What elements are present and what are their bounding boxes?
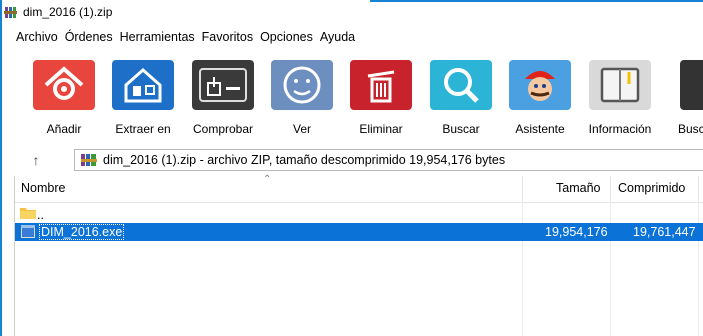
menu-favoritos[interactable]: Favoritos [202, 30, 260, 44]
view-face-icon [271, 60, 333, 110]
folder-icon [20, 208, 36, 219]
window-title: dim_2016 (1).zip [23, 5, 113, 19]
extract-button[interactable]: Extraer en [103, 52, 183, 136]
menu-archivo[interactable]: Archivo [16, 30, 65, 44]
find-magnifier-icon [430, 60, 492, 110]
title-bar: dim_2016 (1).zip [4, 0, 404, 24]
wizard-button[interactable]: Asistente [500, 52, 580, 136]
zip-archive-icon [81, 154, 97, 166]
test-label: Comprobar [192, 122, 254, 136]
add-button[interactable]: Añadir [24, 52, 104, 136]
delete-label: Eliminar [359, 122, 403, 136]
extract-label: Extraer en [115, 122, 171, 136]
file-packed-size: 19,761,447 [633, 225, 696, 239]
wizard-mario-icon [509, 60, 571, 110]
menu-bar: Archivo Órdenes Herramientas Favoritos O… [0, 26, 703, 48]
column-size-header[interactable]: Tamaño [556, 181, 600, 195]
file-name: DIM_2016.exe [38, 224, 125, 240]
view-button[interactable]: Ver [262, 52, 342, 136]
sort-arrow-icon: ⌃ [263, 174, 272, 185]
search-partial-label: Busc [678, 122, 703, 136]
info-label: Información [588, 122, 652, 136]
menu-opciones[interactable]: Opciones [260, 30, 320, 44]
menu-herramientas[interactable]: Herramientas [120, 30, 202, 44]
menu-ayuda[interactable]: Ayuda [320, 30, 362, 44]
address-bar: ↑ dim_2016 (1).zip - archivo ZIP, tamaño… [0, 148, 703, 172]
list-row-parent[interactable]: .. [15, 204, 703, 222]
file-name: .. [37, 208, 44, 222]
list-row-selected[interactable]: DIM_2016.exe 19,954,176 19,761,447 [15, 223, 703, 241]
column-header-row: ⌃ Nombre Tamaño Comprimido [15, 174, 703, 203]
test-archive-icon [192, 60, 254, 110]
search-button-partial[interactable]: Busc [666, 52, 703, 136]
add-label: Añadir [46, 122, 82, 136]
file-list: ⌃ Nombre Tamaño Comprimido .. DIM_2016.e… [14, 174, 703, 336]
up-arrow-icon[interactable]: ↑ [28, 152, 44, 168]
add-archive-icon [33, 60, 95, 110]
winrar-books-icon [4, 6, 17, 18]
toolbar: Añadir Extraer en Comprobar Ver Eliminar… [0, 52, 703, 144]
info-button[interactable]: Información [580, 52, 660, 136]
delete-button[interactable]: Eliminar [341, 52, 421, 136]
test-button[interactable]: Comprobar [183, 52, 263, 136]
exe-file-icon [21, 225, 35, 238]
file-size: 19,954,176 [545, 225, 608, 239]
window-top-border [370, 0, 703, 2]
column-name-header[interactable]: Nombre [21, 181, 65, 195]
menu-ordenes[interactable]: Órdenes [65, 30, 120, 44]
column-packed-header[interactable]: Comprimido [618, 181, 685, 195]
wizard-label: Asistente [515, 122, 565, 136]
column-divider[interactable] [698, 176, 699, 202]
view-label: Ver [292, 122, 311, 136]
find-button[interactable]: Buscar [421, 52, 501, 136]
extract-house-icon [112, 60, 174, 110]
address-field[interactable]: dim_2016 (1).zip - archivo ZIP, tamaño d… [74, 149, 703, 171]
search-partial-icon [680, 60, 703, 110]
column-divider[interactable] [522, 176, 523, 202]
delete-trash-icon [350, 60, 412, 110]
info-notebook-icon [589, 60, 651, 110]
address-text: dim_2016 (1).zip - archivo ZIP, tamaño d… [103, 153, 506, 167]
find-label: Buscar [442, 122, 480, 136]
column-divider[interactable] [610, 176, 611, 202]
